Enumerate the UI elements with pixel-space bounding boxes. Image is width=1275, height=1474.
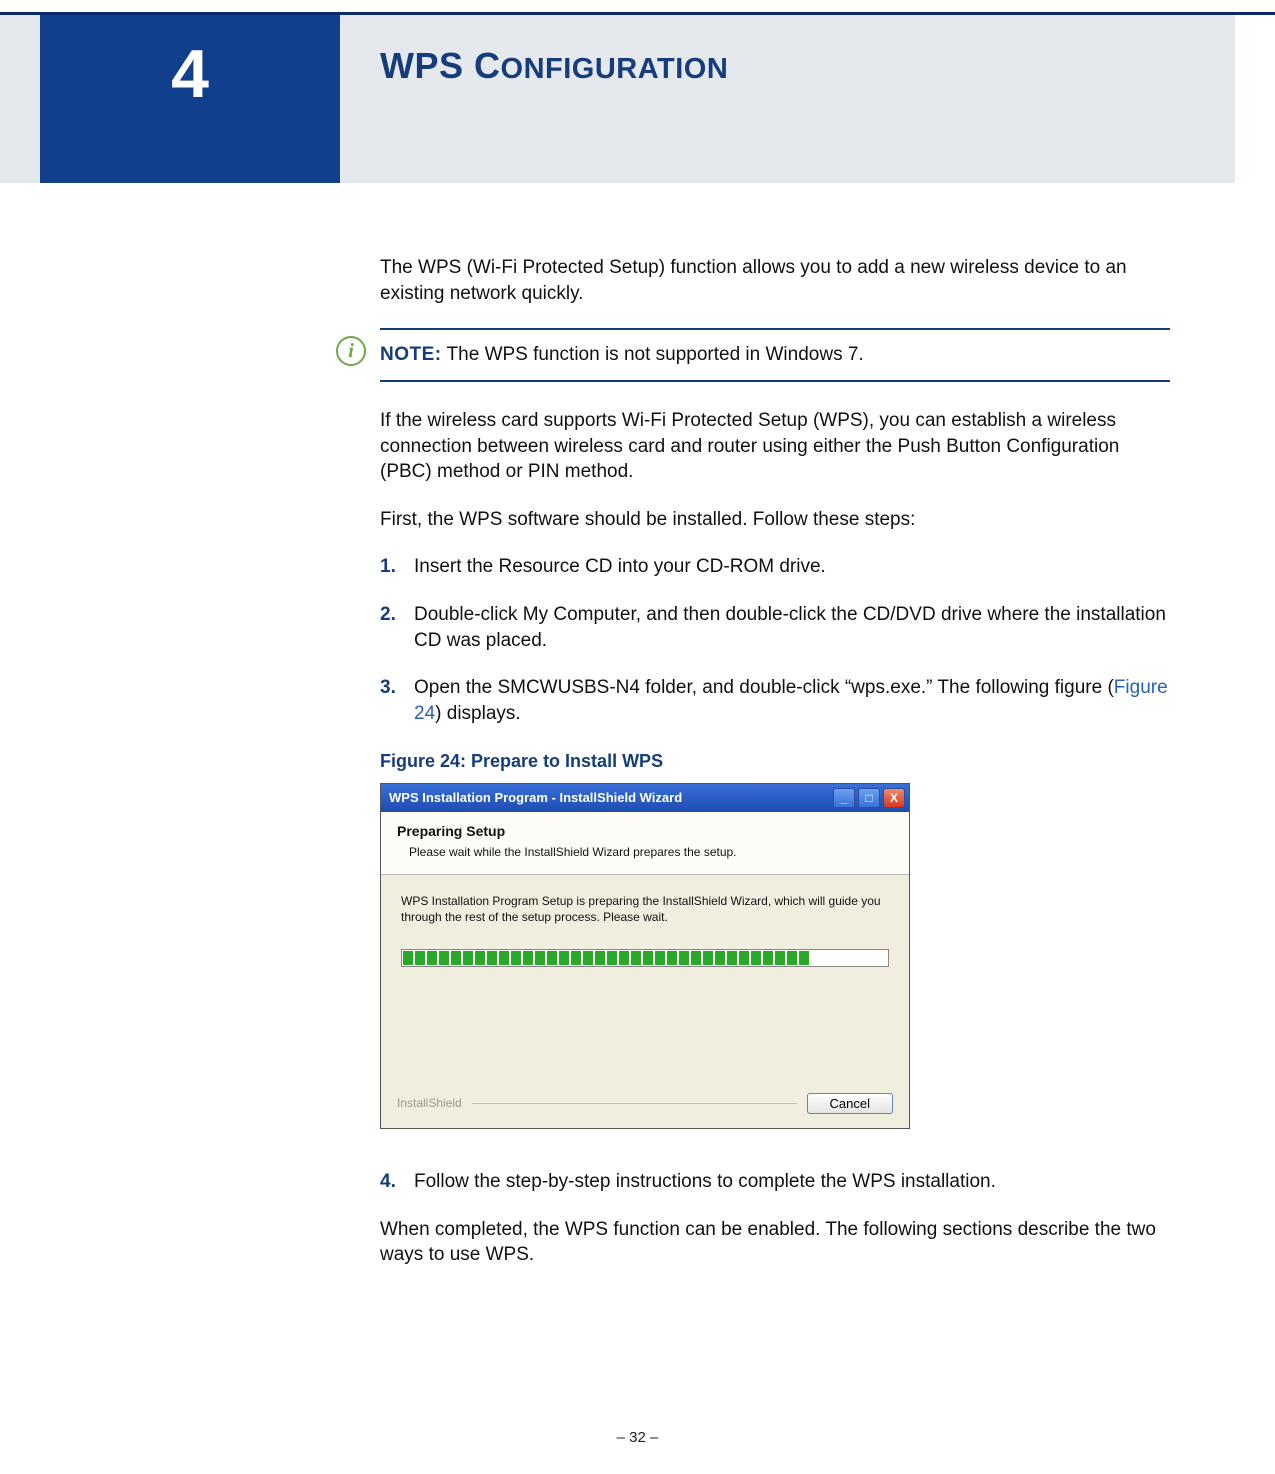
step-3-pre: Open the SMCWUSBS-N4 folder, and double-… <box>414 677 1114 698</box>
minimize-icon[interactable]: _ <box>833 788 855 808</box>
install-dialog: WPS Installation Program - InstallShield… <box>380 783 910 1129</box>
note-block: i NOTE: The WPS function is not supporte… <box>380 328 1170 382</box>
maximize-icon[interactable]: □ <box>858 788 880 808</box>
chapter-number: 4 <box>171 35 209 183</box>
note-label: NOTE: <box>380 344 442 365</box>
figure-caption: Figure 24: Prepare to Install WPS <box>380 749 1170 773</box>
step-1: 1. Insert the Resource CD into your CD-R… <box>380 554 1170 580</box>
info-icon: i <box>336 336 366 366</box>
dialog-titlebar: WPS Installation Program - InstallShield… <box>381 784 909 812</box>
step-2: 2. Double-click My Computer, and then do… <box>380 602 1170 653</box>
dialog-head1: Preparing Setup <box>397 822 893 841</box>
steps-list-cont: 4. Follow the step-by-step instructions … <box>380 1169 1170 1195</box>
dialog-body-text: WPS Installation Program Setup is prepar… <box>401 893 889 925</box>
intro-paragraph: The WPS (Wi-Fi Protected Setup) function… <box>380 255 1170 306</box>
page-footer: – 32 – <box>0 1429 1275 1446</box>
installshield-brand: InstallShield <box>397 1095 462 1111</box>
dialog-body: WPS Installation Program Setup is prepar… <box>381 875 909 1085</box>
chapter-title-main: WPS C <box>380 45 501 86</box>
step-3: 3. Open the SMCWUSBS-N4 folder, and doub… <box>380 675 1170 726</box>
step-3-post: ) displays. <box>435 703 521 724</box>
dialog-title: WPS Installation Program - InstallShield… <box>389 789 682 807</box>
cancel-button[interactable]: Cancel <box>807 1093 893 1114</box>
footer-divider <box>472 1103 797 1104</box>
content-area: The WPS (Wi-Fi Protected Setup) function… <box>380 255 1170 1290</box>
window-buttons: _ □ X <box>833 788 905 808</box>
dialog-head2: Please wait while the InstallShield Wiza… <box>397 844 893 860</box>
paragraph-2: If the wireless card supports Wi-Fi Prot… <box>380 408 1170 485</box>
close-icon[interactable]: X <box>883 788 905 808</box>
steps-list: 1. Insert the Resource CD into your CD-R… <box>380 554 1170 726</box>
chapter-number-box: 4 <box>40 15 340 183</box>
step-2-text: Double-click My Computer, and then doubl… <box>414 604 1166 651</box>
step-4: 4. Follow the step-by-step instructions … <box>380 1169 1170 1195</box>
step-1-text: Insert the Resource CD into your CD-ROM … <box>414 556 826 577</box>
note-text: The WPS function is not supported in Win… <box>442 344 864 365</box>
chapter-title: WPS CONFIGURATION <box>380 45 728 87</box>
dialog-header: Preparing Setup Please wait while the In… <box>381 812 909 875</box>
step-4-text: Follow the step-by-step instructions to … <box>414 1171 996 1192</box>
step-1-num: 1. <box>380 554 396 580</box>
closing-paragraph: When completed, the WPS function can be … <box>380 1217 1170 1268</box>
paragraph-3: First, the WPS software should be instal… <box>380 507 1170 533</box>
progress-bar <box>401 949 889 967</box>
chapter-title-rest: ONFIGURATION <box>501 53 729 85</box>
step-3-num: 3. <box>380 675 396 701</box>
step-2-num: 2. <box>380 602 396 628</box>
dialog-footer: InstallShield Cancel <box>381 1085 909 1128</box>
step-4-num: 4. <box>380 1169 396 1195</box>
